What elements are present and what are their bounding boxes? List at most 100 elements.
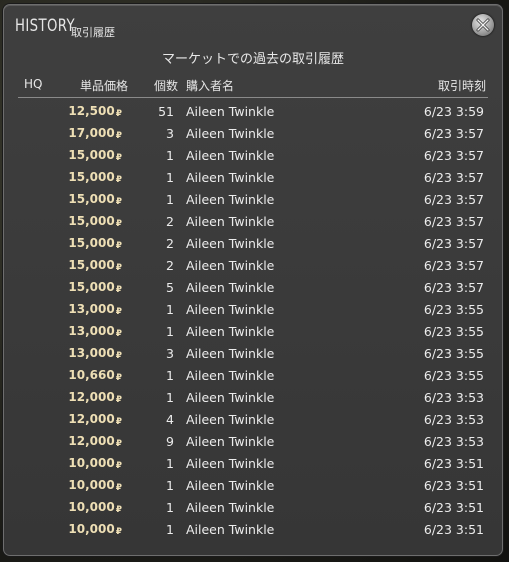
unit-price: 17,000₽ <box>68 126 122 141</box>
gil-icon: ₽ <box>115 373 122 383</box>
table-row: 15,000₽ 2 Aileen Twinkle 6/23 3:57 <box>18 210 488 232</box>
transaction-time: 6/23 3:57 <box>423 214 484 229</box>
header-unit-price[interactable]: 単品価格 <box>80 77 128 94</box>
price-value: 13,000 <box>68 302 115 316</box>
close-button[interactable] <box>472 14 494 36</box>
buyer-name: Aileen Twinkle <box>186 478 275 493</box>
table-row: 10,000₽ 1 Aileen Twinkle 6/23 3:51 <box>18 518 488 540</box>
quantity: 5 <box>166 280 174 295</box>
gil-icon: ₽ <box>115 109 122 119</box>
buyer-name: Aileen Twinkle <box>186 192 275 207</box>
buyer-name: Aileen Twinkle <box>186 456 275 471</box>
history-description: マーケットでの過去の取引履歴 <box>161 52 344 67</box>
transaction-time: 6/23 3:57 <box>423 148 484 163</box>
buyer-name: Aileen Twinkle <box>186 126 275 141</box>
table-row: 15,000₽ 1 Aileen Twinkle 6/23 3:57 <box>18 144 488 166</box>
transaction-time: 6/23 3:53 <box>423 412 484 427</box>
transaction-time: 6/23 3:55 <box>423 324 484 339</box>
buyer-name: Aileen Twinkle <box>186 346 275 361</box>
unit-price: 12,000₽ <box>68 434 122 449</box>
quantity: 4 <box>166 412 174 427</box>
price-value: 12,500 <box>68 104 115 118</box>
price-value: 13,000 <box>68 324 115 338</box>
table-row: 15,000₽ 5 Aileen Twinkle 6/23 3:57 <box>18 276 488 298</box>
buyer-name: Aileen Twinkle <box>186 148 275 163</box>
unit-price: 15,000₽ <box>68 192 122 207</box>
table-row: 10,660₽ 1 Aileen Twinkle 6/23 3:55 <box>18 364 488 386</box>
title-bar[interactable]: HISTORY 取引履歴 <box>4 5 502 45</box>
table-row: 12,000₽ 4 Aileen Twinkle 6/23 3:53 <box>18 408 488 430</box>
gil-icon: ₽ <box>115 417 122 427</box>
unit-price: 10,000₽ <box>68 522 122 537</box>
header-transaction-time[interactable]: 取引時刻 <box>438 77 486 94</box>
gil-icon: ₽ <box>115 307 122 317</box>
unit-price: 15,000₽ <box>68 170 122 185</box>
table-row: 10,000₽ 1 Aileen Twinkle 6/23 3:51 <box>18 496 488 518</box>
table-row: 12,500₽ 51 Aileen Twinkle 6/23 3:59 <box>18 100 488 122</box>
history-window: HISTORY 取引履歴 マーケットでの過去の取引履歴 HQ 単品価格 個数 購… <box>3 4 503 556</box>
price-value: 15,000 <box>68 236 115 250</box>
unit-price: 15,000₽ <box>68 148 122 163</box>
unit-price: 10,000₽ <box>68 478 122 493</box>
buyer-name: Aileen Twinkle <box>186 324 275 339</box>
unit-price: 10,660₽ <box>68 368 122 383</box>
unit-price: 12,500₽ <box>68 104 122 119</box>
table-row: 10,000₽ 1 Aileen Twinkle 6/23 3:51 <box>18 452 488 474</box>
quantity: 1 <box>166 522 174 537</box>
quantity: 1 <box>166 456 174 471</box>
table-row: 15,000₽ 2 Aileen Twinkle 6/23 3:57 <box>18 232 488 254</box>
unit-price: 15,000₽ <box>68 258 122 273</box>
header-quantity[interactable]: 個数 <box>154 77 178 94</box>
unit-price: 10,000₽ <box>68 456 122 471</box>
price-value: 10,000 <box>68 522 115 536</box>
transaction-time: 6/23 3:55 <box>423 368 484 383</box>
transaction-time: 6/23 3:51 <box>423 478 484 493</box>
buyer-name: Aileen Twinkle <box>186 500 275 515</box>
quantity: 1 <box>166 148 174 163</box>
history-list: 12,500₽ 51 Aileen Twinkle 6/23 3:59 17,000₽ 3… <box>18 100 488 540</box>
window-title: HISTORY <box>15 16 76 36</box>
gil-icon: ₽ <box>115 131 122 141</box>
gil-icon: ₽ <box>115 505 122 515</box>
gil-icon: ₽ <box>115 263 122 273</box>
quantity: 2 <box>166 236 174 251</box>
table-row: 10,000₽ 1 Aileen Twinkle 6/23 3:51 <box>18 474 488 496</box>
quantity: 1 <box>166 170 174 185</box>
table-row: 17,000₽ 3 Aileen Twinkle 6/23 3:57 <box>18 122 488 144</box>
gil-icon: ₽ <box>115 439 122 449</box>
quantity: 2 <box>166 258 174 273</box>
quantity: 9 <box>166 434 174 449</box>
price-value: 12,000 <box>68 390 115 404</box>
unit-price: 13,000₽ <box>68 324 122 339</box>
table-row: 12,000₽ 1 Aileen Twinkle 6/23 3:53 <box>18 386 488 408</box>
transaction-time: 6/23 3:51 <box>423 522 484 537</box>
quantity: 1 <box>166 192 174 207</box>
header-buyer[interactable]: 購入者名 <box>186 77 234 94</box>
table-row: 13,000₽ 1 Aileen Twinkle 6/23 3:55 <box>18 320 488 342</box>
quantity: 1 <box>166 368 174 383</box>
header-hq[interactable]: HQ <box>24 77 42 91</box>
price-value: 12,000 <box>68 434 115 448</box>
transaction-time: 6/23 3:57 <box>423 170 484 185</box>
price-value: 15,000 <box>68 170 115 184</box>
price-value: 15,000 <box>68 214 115 228</box>
quantity: 51 <box>158 104 174 119</box>
gil-icon: ₽ <box>115 241 122 251</box>
transaction-time: 6/23 3:53 <box>423 390 484 405</box>
gil-icon: ₽ <box>115 219 122 229</box>
gil-icon: ₽ <box>115 197 122 207</box>
transaction-time: 6/23 3:51 <box>423 500 484 515</box>
table-row: 15,000₽ 1 Aileen Twinkle 6/23 3:57 <box>18 166 488 188</box>
price-value: 15,000 <box>68 148 115 162</box>
gil-icon: ₽ <box>115 153 122 163</box>
price-value: 15,000 <box>68 192 115 206</box>
price-value: 15,000 <box>68 258 115 272</box>
unit-price: 13,000₽ <box>68 346 122 361</box>
buyer-name: Aileen Twinkle <box>186 258 275 273</box>
unit-price: 15,000₽ <box>68 214 122 229</box>
quantity: 2 <box>166 214 174 229</box>
transaction-time: 6/23 3:53 <box>423 434 484 449</box>
gil-icon: ₽ <box>115 285 122 295</box>
table-row: 13,000₽ 3 Aileen Twinkle 6/23 3:55 <box>18 342 488 364</box>
buyer-name: Aileen Twinkle <box>186 280 275 295</box>
